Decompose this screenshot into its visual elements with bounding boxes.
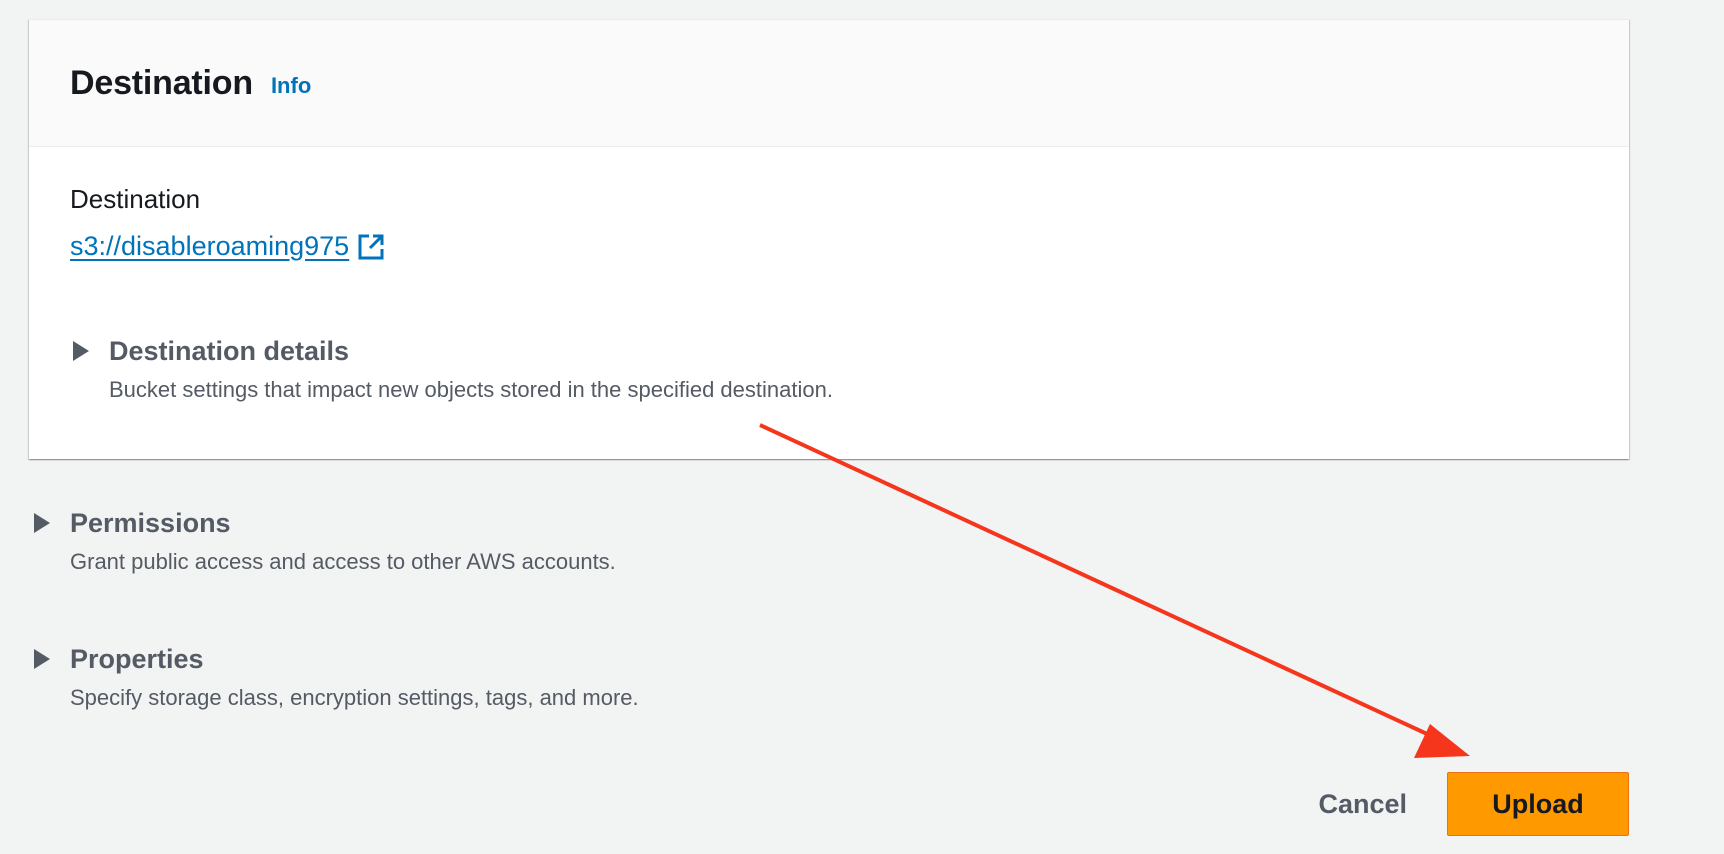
- destination-panel-body: Destination s3://disableroaming975: [29, 147, 1629, 262]
- destination-panel-header: Destination Info: [29, 20, 1629, 147]
- destination-field-label: Destination: [70, 184, 201, 214]
- bucket-link[interactable]: s3://disableroaming975: [70, 231, 385, 262]
- caret-right-icon: [34, 513, 50, 533]
- destination-details-expander[interactable]: Destination details Bucket settings that…: [70, 334, 833, 404]
- upload-button[interactable]: Upload: [1447, 772, 1629, 836]
- properties-title: Properties: [70, 644, 204, 674]
- cancel-button[interactable]: Cancel: [1282, 772, 1443, 836]
- bucket-link-text: s3://disableroaming975: [70, 231, 350, 261]
- permissions-description: Grant public access and access to other …: [70, 549, 616, 574]
- destination-panel: Destination Info Destination s3://disabl…: [29, 19, 1629, 459]
- destination-details-description: Bucket settings that impact new objects …: [109, 377, 833, 402]
- annotation-arrow-line: [759, 423, 1441, 742]
- info-link[interactable]: Info: [271, 73, 311, 99]
- properties-description: Specify storage class, encryption settin…: [70, 685, 639, 710]
- upload-page: Destination Info Destination s3://disabl…: [0, 0, 1724, 854]
- caret-right-icon: [73, 341, 89, 361]
- external-link-icon: [358, 234, 384, 259]
- properties-expander[interactable]: Properties Specify storage class, encryp…: [31, 642, 639, 712]
- permissions-title: Permissions: [70, 508, 231, 538]
- destination-details-title: Destination details: [109, 336, 350, 366]
- annotation-arrow-head: [1414, 724, 1470, 758]
- caret-right-icon: [34, 649, 50, 669]
- permissions-expander[interactable]: Permissions Grant public access and acce…: [31, 506, 616, 576]
- panel-title: Destination: [70, 63, 253, 102]
- form-actions: Cancel Upload: [1282, 772, 1629, 836]
